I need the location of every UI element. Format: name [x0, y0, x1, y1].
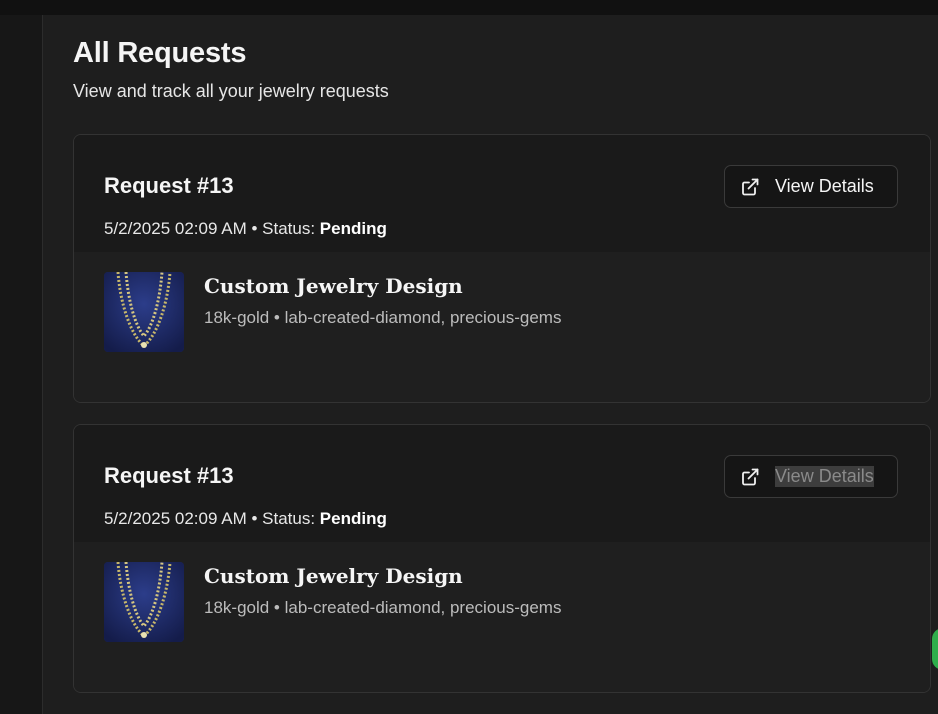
request-item: Custom Jewelry Design 18k-gold • lab-cre… [74, 542, 930, 692]
status-label: Status: [262, 219, 316, 238]
view-details-button[interactable]: View Details [724, 455, 898, 498]
request-title: Request #13 [104, 463, 234, 488]
necklace-image [104, 272, 184, 352]
necklace-image [104, 562, 184, 642]
request-card-header: Request #13 5/2/2025 02:09 AM • Status: … [74, 135, 930, 252]
main-content: All Requests View and track all your jew… [43, 15, 938, 714]
chat-bubble-button[interactable] [932, 628, 938, 670]
external-link-icon [740, 467, 760, 487]
item-specs: 18k-gold • lab-created-diamond, precious… [204, 598, 562, 617]
status-label: Status: [262, 509, 316, 528]
status-value: Pending [319, 509, 387, 528]
request-card: Request #13 5/2/2025 02:09 AM • Status: … [73, 424, 931, 693]
view-details-button[interactable]: View Details [724, 165, 898, 208]
item-title: Custom Jewelry Design [204, 274, 463, 298]
request-card-header: Request #13 5/2/2025 02:09 AM • Status: … [74, 425, 930, 542]
meta-separator: • [246, 219, 263, 238]
request-title: Request #13 [104, 173, 234, 198]
top-bar [0, 0, 938, 15]
page-title: All Requests [73, 37, 247, 69]
request-meta: 5/2/2025 02:09 AM • Status: Pending [104, 509, 387, 529]
item-specs: 18k-gold • lab-created-diamond, precious… [204, 308, 562, 327]
view-details-label: View Details [775, 176, 874, 196]
status-value: Pending [319, 219, 387, 238]
view-details-label: View Details [775, 466, 874, 487]
request-date: 5/2/2025 02:09 AM [104, 219, 247, 238]
meta-separator: • [246, 509, 263, 528]
request-meta: 5/2/2025 02:09 AM • Status: Pending [104, 219, 387, 239]
item-title: Custom Jewelry Design [204, 564, 463, 588]
request-item: Custom Jewelry Design 18k-gold • lab-cre… [74, 252, 930, 402]
sidebar [0, 15, 43, 714]
page-subtitle: View and track all your jewelry requests [73, 81, 389, 101]
request-list: Request #13 5/2/2025 02:09 AM • Status: … [73, 134, 931, 714]
external-link-icon [740, 177, 760, 197]
request-date: 5/2/2025 02:09 AM [104, 509, 247, 528]
request-card: Request #13 5/2/2025 02:09 AM • Status: … [73, 134, 931, 403]
